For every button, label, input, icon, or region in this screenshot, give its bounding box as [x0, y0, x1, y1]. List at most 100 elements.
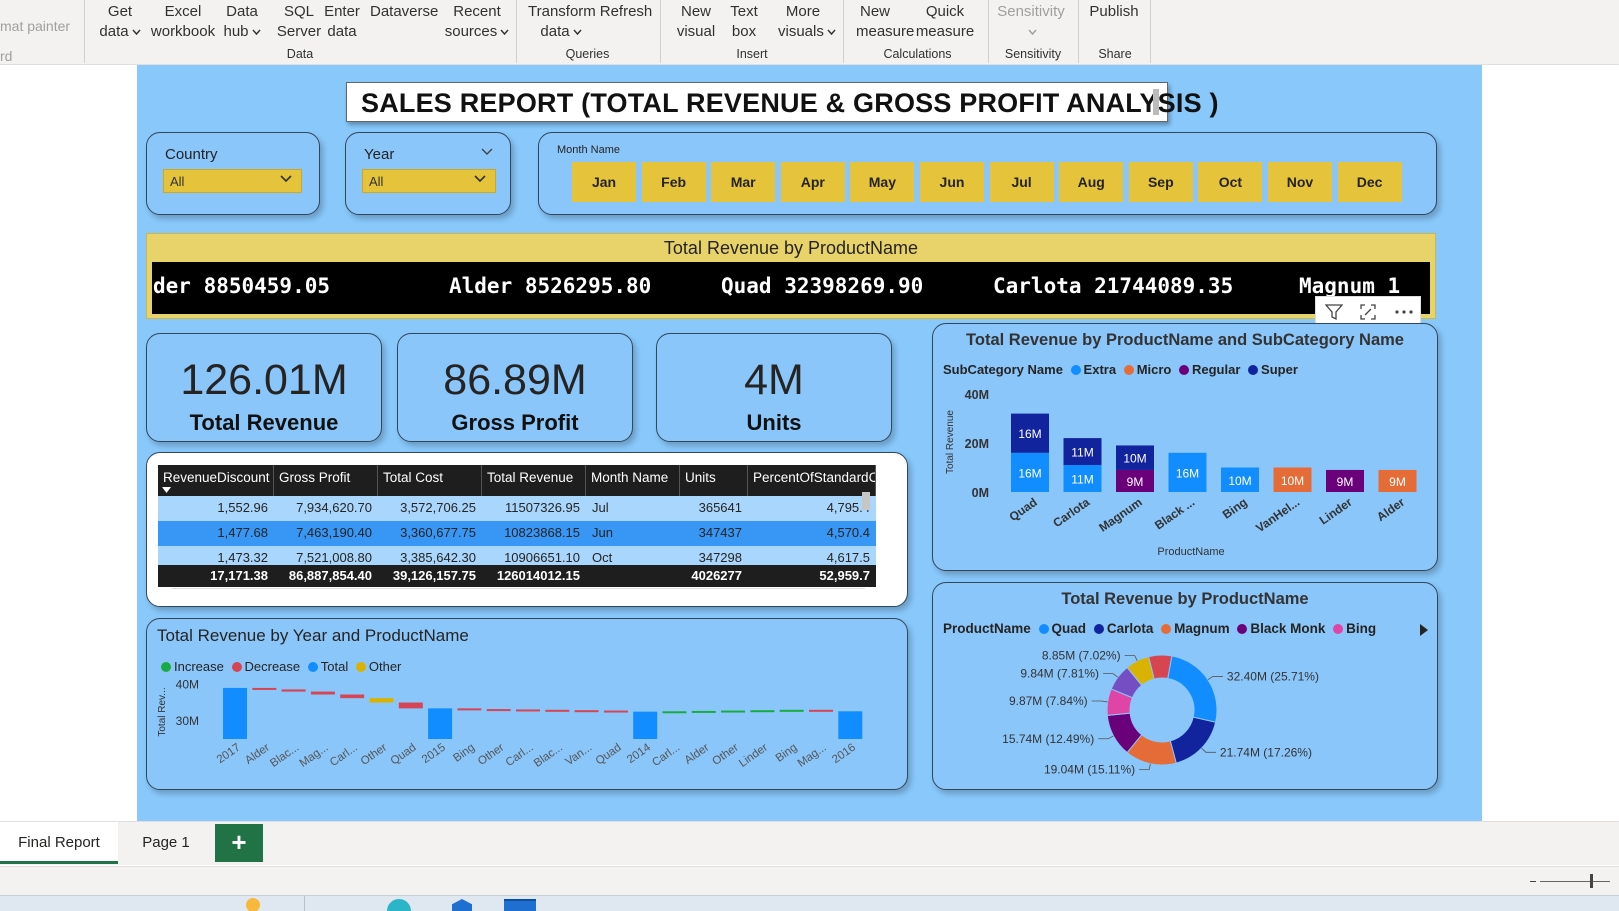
ribbon-button-label: More	[785, 3, 821, 20]
kpi-units[interactable]: 4M Units	[656, 333, 892, 442]
country-dropdown[interactable]: All	[163, 169, 302, 193]
focus-mode-icon[interactable]	[1359, 303, 1377, 321]
month-option-may[interactable]: May	[850, 162, 915, 202]
donut-leader-line	[1201, 747, 1216, 753]
month-option-dec[interactable]: Dec	[1337, 162, 1402, 202]
month-option-oct[interactable]: Oct	[1198, 162, 1263, 202]
month-option-aug[interactable]: Aug	[1059, 162, 1124, 202]
ribbon-button[interactable]: Enter data	[323, 2, 361, 42]
report-title-box[interactable]: SALES REPORT (TOTAL REVENUE & GROSS PROF…	[346, 82, 1219, 122]
sort-desc-icon	[162, 487, 171, 493]
group-label-data: Data	[286, 47, 314, 61]
chevron-down-icon[interactable]	[480, 145, 494, 159]
y-tick-label: 40M	[965, 388, 989, 402]
month-option-mar[interactable]: Mar	[711, 162, 776, 202]
column-header[interactable]: RevenueDiscount	[158, 465, 274, 496]
ribbon-button[interactable]: New visual	[676, 2, 716, 42]
total-cell: 39,126,157.75	[392, 568, 476, 583]
ribbon-button-label	[996, 22, 1066, 42]
ribbon-button[interactable]: Transform data	[528, 2, 596, 42]
waterfall-bar	[252, 687, 277, 690]
table-vertical-scrollbar[interactable]	[862, 470, 870, 590]
ribbon-button[interactable]: SQL Server	[274, 2, 324, 42]
donut-slice	[1169, 716, 1217, 764]
column-header[interactable]: Units	[680, 465, 748, 496]
month-slicer-label: Month Name	[557, 144, 620, 156]
ribbon-button-label: Enter	[324, 3, 360, 20]
month-option-sep[interactable]: Sep	[1128, 162, 1193, 202]
kpi-total-revenue[interactable]: 126.01M Total Revenue	[146, 333, 382, 442]
ribbon-button[interactable]: New measure	[856, 2, 914, 42]
ribbon-button[interactable]: Data hub	[220, 2, 264, 42]
kpi-gross-profit[interactable]: 86.89M Gross Profit	[397, 333, 633, 442]
column-header[interactable]: PercentOfStandardCo	[748, 465, 876, 496]
month-option-jun[interactable]: Jun	[920, 162, 984, 202]
donut-leader-line	[1124, 655, 1138, 662]
x-axis-title: ProductName	[1157, 546, 1224, 558]
ribbon-button-label: Transform	[528, 3, 596, 20]
donut-slice	[1167, 655, 1218, 723]
ribbon-button[interactable]: Publish	[1089, 2, 1139, 22]
month-option-feb[interactable]: Feb	[641, 162, 706, 202]
filter-icon[interactable]	[1325, 303, 1343, 321]
column-header[interactable]: Total Cost	[378, 465, 482, 496]
x-tick-label: Carl...	[504, 742, 536, 769]
bar-data-label: 16M	[1018, 466, 1041, 480]
y-axis-title: Total Rev...	[157, 687, 168, 736]
scrollbar-thumb[interactable]	[862, 492, 870, 510]
add-page-button[interactable]: +	[215, 824, 263, 862]
total-cell: 17,171.38	[210, 568, 268, 583]
column-header[interactable]: Gross Profit	[274, 465, 378, 496]
ticker-title: Total Revenue by ProductName	[663, 238, 919, 258]
year-dropdown[interactable]: All	[362, 169, 496, 193]
page-tab-final-report[interactable]: Final Report	[0, 822, 118, 864]
ribbon-button[interactable]: Dataverse	[370, 2, 438, 22]
store-icon[interactable]	[452, 899, 472, 911]
ribbon-button[interactable]: Get data	[98, 2, 142, 42]
zoom-out-icon[interactable]	[1530, 881, 1536, 882]
stacked-bar-chart-visual[interactable]: Total Revenue by ProductName and SubCate…	[932, 323, 1438, 571]
ribbon-button-label: SQL	[283, 3, 314, 20]
ribbon-button[interactable]: Recent sources	[444, 2, 510, 42]
ribbon-button[interactable]: Refresh	[598, 2, 654, 22]
table-cell: 10823868.15	[504, 525, 580, 540]
month-option-nov[interactable]: Nov	[1268, 162, 1332, 202]
table-row[interactable]: 1,477.68 7,463,190.40 3,360,677.75 10823868…	[158, 521, 876, 546]
year-dropdown-value: All	[369, 174, 384, 189]
donut-data-label: 21.74M (17.26%)	[1220, 745, 1312, 759]
edge-browser-icon[interactable]	[387, 899, 411, 911]
donut-data-label: 15.74M (12.49%)	[1002, 732, 1094, 746]
donut-leader-line	[1139, 763, 1151, 771]
ribbon-button[interactable]: More visuals	[778, 2, 836, 42]
month-option-jan[interactable]: Jan	[572, 162, 636, 202]
ribbon-button[interactable]: Sensitivity	[996, 2, 1066, 42]
year-slicer-label: Year	[364, 146, 395, 163]
ribbon-button[interactable]: Text box	[729, 2, 759, 42]
ribbon-button[interactable]: Quick measure	[915, 2, 975, 42]
page-tab-page-1[interactable]: Page 1	[118, 822, 214, 864]
donut-chart-visual[interactable]: Total Revenue by ProductName ProductName…	[932, 582, 1438, 790]
donut-leader-line	[1103, 673, 1119, 678]
zoom-slider[interactable]	[1540, 881, 1610, 882]
ticker-item: Magnum 1	[1299, 274, 1401, 298]
format-painter-fragment[interactable]: mat painter	[0, 18, 70, 34]
column-header[interactable]: Month Name	[586, 465, 680, 496]
kpi-value: 4M	[744, 356, 804, 404]
waterfall-chart-visual[interactable]: Total Revenue by Year and ProductName In…	[146, 618, 908, 790]
powerbi-taskbar-icon[interactable]	[504, 899, 536, 911]
clipboard-group-fragment: rd	[0, 48, 13, 64]
more-options-icon[interactable]	[1393, 303, 1415, 321]
ribbon-button-label-line2: data	[99, 23, 129, 40]
data-table-visual[interactable]: RevenueDiscount Gross Profit Total Cost …	[146, 452, 908, 607]
table-horizontal-scrollbar[interactable]	[171, 588, 865, 596]
waterfall-bar	[603, 710, 628, 713]
month-option-jul[interactable]: Jul	[989, 162, 1054, 202]
ribbon-button[interactable]: Excel workbook	[148, 2, 218, 42]
column-header[interactable]: Total Revenue	[482, 465, 586, 496]
x-tick-label: Alder	[683, 742, 712, 767]
table-row[interactable]: 1,552.96 7,934,620.70 3,572,706.25 11507326…	[158, 496, 876, 521]
month-option-apr[interactable]: Apr	[780, 162, 845, 202]
y-tick-label: 30M	[176, 714, 199, 728]
zoom-slider-thumb[interactable]	[1590, 874, 1593, 888]
waterfall-bar	[340, 694, 365, 699]
